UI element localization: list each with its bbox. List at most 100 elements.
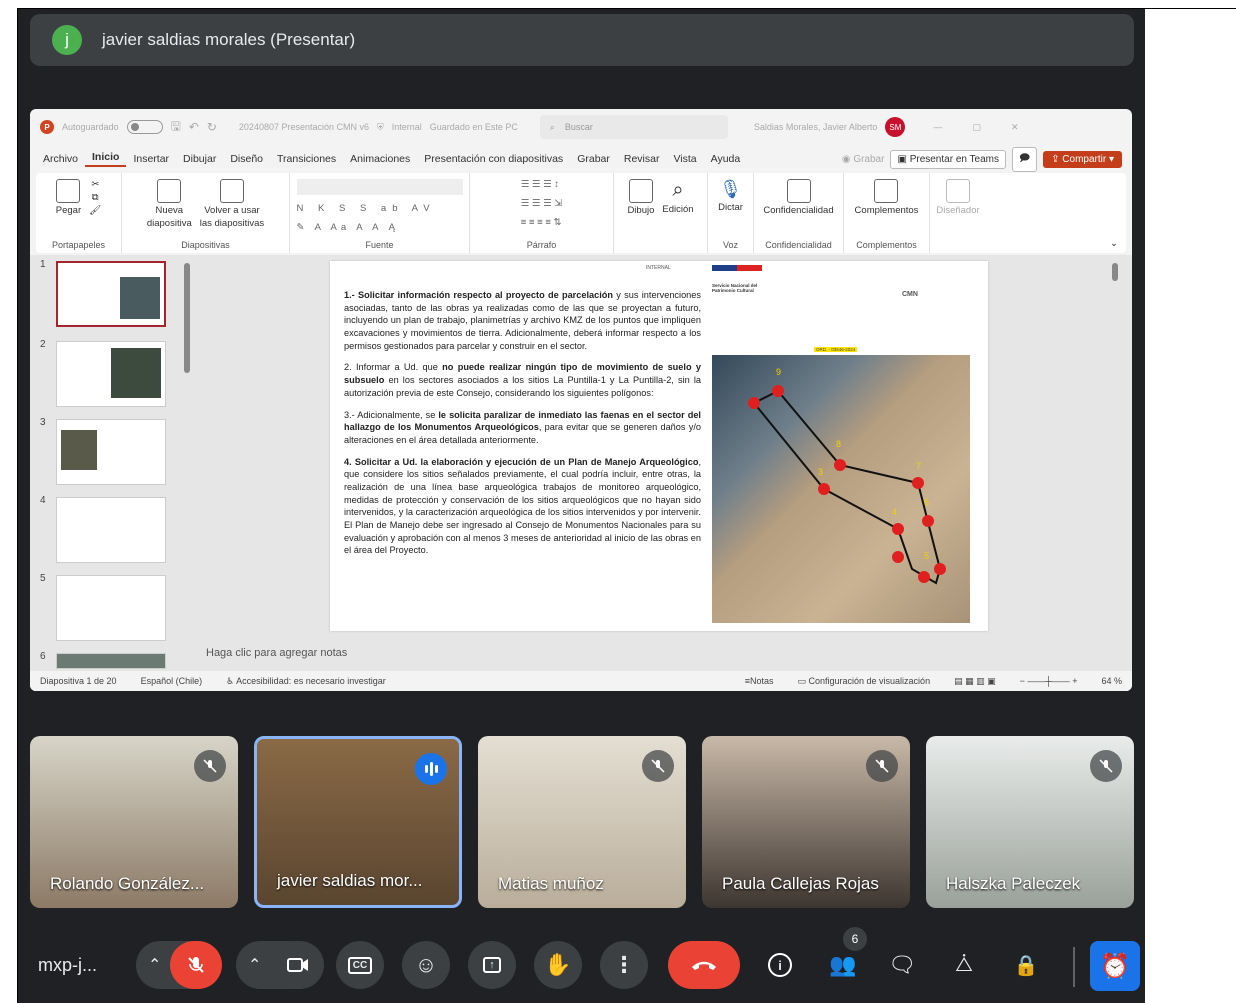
font-controls: N K S S ab AV ✎ A Aa A A Ą bbox=[296, 179, 463, 233]
collapse-ribbon-icon[interactable]: ⌄ bbox=[1110, 238, 1118, 249]
menu-transiciones[interactable]: Transiciones bbox=[270, 153, 343, 165]
captions-button[interactable]: CC bbox=[336, 941, 384, 989]
edit-button[interactable]: ⌕ Edición bbox=[662, 179, 693, 215]
menu-archivo[interactable]: Archivo bbox=[36, 153, 85, 165]
participant-tile[interactable]: Matias muñoz bbox=[478, 736, 686, 908]
minimize-icon[interactable]: — bbox=[933, 122, 942, 132]
people-button[interactable]: 👥 bbox=[823, 945, 863, 985]
menu-diseno[interactable]: Diseño bbox=[223, 153, 270, 165]
grabar-button[interactable]: ◉ Grabar bbox=[842, 154, 885, 165]
participant-name: Paula Callejas Rojas bbox=[722, 874, 879, 893]
slide-thumbnail[interactable] bbox=[56, 261, 166, 327]
meet-window: j javier saldias morales (Presentar) P A… bbox=[17, 8, 1145, 1003]
slide-thumbnail[interactable] bbox=[56, 419, 166, 485]
paste-button[interactable]: Pegar bbox=[56, 179, 81, 216]
redo-icon[interactable]: ↻ bbox=[207, 120, 217, 134]
powerpoint-logo-icon: P bbox=[40, 120, 54, 134]
notes-placeholder[interactable]: Haga clic para agregar notas bbox=[206, 647, 347, 659]
meeting-info-button[interactable]: i bbox=[760, 945, 800, 985]
comments-button[interactable]: 🗩 bbox=[1012, 146, 1038, 172]
slide-scrollbar[interactable] bbox=[1112, 263, 1118, 281]
zoom-level[interactable]: 64 % bbox=[1101, 676, 1122, 686]
activities-button[interactable]: ⧊ bbox=[944, 945, 984, 985]
menu-inicio[interactable]: Inicio bbox=[85, 151, 127, 167]
slide-thumbnail[interactable] bbox=[56, 575, 166, 641]
dictate-label: Dictar bbox=[718, 202, 743, 213]
slide-thumbnail[interactable] bbox=[56, 341, 166, 407]
cut-copy-buttons[interactable]: ✂ ⧉ 🖌 bbox=[89, 179, 101, 216]
view-buttons[interactable]: ▤ ▦ ▥ ▣ bbox=[954, 676, 996, 687]
addins-button[interactable]: Complementos bbox=[855, 179, 918, 216]
thumb-number: 2 bbox=[40, 339, 46, 350]
menu-vista[interactable]: Vista bbox=[666, 153, 703, 165]
participant-name: Rolando González... bbox=[50, 874, 205, 893]
user-name: Saldias Morales, Javier Alberto bbox=[753, 122, 878, 132]
present-teams-button[interactable]: ▣ Presentar en Teams bbox=[890, 149, 1006, 169]
participant-tile[interactable]: Paula Callejas Rojas bbox=[702, 736, 910, 908]
maximize-icon[interactable]: ▢ bbox=[972, 122, 981, 133]
save-icon[interactable]: 🖫 bbox=[171, 117, 181, 138]
font-color-buttons[interactable]: ✎ A Aa A A Ą bbox=[297, 222, 463, 233]
participant-tile[interactable]: javier saldias mor... bbox=[254, 736, 462, 908]
share-button[interactable]: ⇪ Compartir ▾ bbox=[1043, 150, 1122, 168]
autosave-toggle[interactable] bbox=[126, 120, 163, 134]
menu-revisar[interactable]: Revisar bbox=[617, 153, 667, 165]
reuse-label-1: Volver a usar bbox=[204, 205, 260, 216]
paragraph-controls[interactable]: ☰ ☰ ☰ ↕ ☰ ☰ ☰ ⇲ ≡ ≡ ≡ ≡ ⇅ bbox=[521, 179, 562, 228]
save-state[interactable]: Guardado en Este PC bbox=[430, 122, 518, 132]
meeting-code[interactable]: mxp-j... bbox=[38, 955, 97, 976]
language[interactable]: Español (Chile) bbox=[141, 676, 203, 686]
designer-button[interactable]: Diseñador bbox=[936, 179, 980, 216]
slide-thumbnail[interactable] bbox=[56, 497, 166, 563]
view-config-button[interactable]: ▭ Configuración de visualización bbox=[797, 676, 930, 687]
menu-animaciones[interactable]: Animaciones bbox=[343, 153, 417, 165]
slide-thumbnail[interactable] bbox=[56, 653, 166, 669]
participant-name: javier saldias mor... bbox=[277, 871, 423, 890]
reuse-slides-button[interactable]: Volver a usar las diapositivas bbox=[200, 179, 264, 229]
zoom-slider[interactable]: − ——┼—— + bbox=[1020, 676, 1078, 686]
current-slide[interactable]: INTERNAL Servicio Nacional del Patrimoni… bbox=[330, 261, 988, 631]
avatar[interactable]: SM bbox=[885, 117, 906, 137]
draw-button[interactable]: Dibujo bbox=[627, 179, 654, 216]
accessibility-status[interactable]: ♿ Accesibilidad: es necesario investigar bbox=[226, 676, 386, 687]
participant-tile[interactable]: Halszka Paleczek bbox=[926, 736, 1134, 908]
map-label: 6 bbox=[924, 497, 929, 507]
menu-dibujar[interactable]: Dibujar bbox=[176, 153, 223, 165]
chat-button[interactable]: 🗨 bbox=[882, 945, 922, 985]
list-icon[interactable]: ☰ ☰ ☰ ↕ bbox=[521, 179, 562, 190]
gov-header-bar bbox=[712, 265, 762, 271]
draw-label: Dibujo bbox=[627, 205, 655, 216]
dictate-button[interactable]: 🎙 Dictar bbox=[718, 179, 743, 213]
edit-label: Edición bbox=[662, 204, 694, 215]
host-controls-button[interactable]: 🔒 bbox=[1006, 945, 1046, 985]
sensitivity-button[interactable]: Confidencialidad bbox=[763, 179, 834, 216]
leave-call-button[interactable] bbox=[668, 941, 740, 989]
more-options-button[interactable]: ⋮ bbox=[600, 941, 648, 989]
menu-presentacion[interactable]: Presentación con diapositivas bbox=[417, 153, 570, 165]
camera-toggle-button[interactable] bbox=[272, 941, 324, 989]
ppt-search[interactable]: ⌕ Buscar bbox=[539, 115, 728, 139]
participant-tile[interactable]: Rolando González... bbox=[30, 736, 238, 908]
chat-icon: 🗨 bbox=[888, 952, 916, 977]
group-label-confidencialidad: Confidencialidad bbox=[765, 240, 832, 250]
present-button[interactable]: ↑ bbox=[468, 941, 516, 989]
menu-grabar[interactable]: Grabar bbox=[570, 153, 617, 165]
mic-toggle-button[interactable] bbox=[170, 941, 222, 989]
menu-insertar[interactable]: Insertar bbox=[126, 153, 176, 165]
raise-hand-button[interactable]: ✋ bbox=[534, 941, 582, 989]
new-slide-button[interactable]: Nueva diapositiva bbox=[147, 179, 192, 229]
timer-button[interactable]: ⏰ bbox=[1090, 941, 1140, 991]
menu-ayuda[interactable]: Ayuda bbox=[704, 153, 748, 165]
indent-icon[interactable]: ☰ ☰ ☰ ⇲ bbox=[521, 198, 562, 209]
thumbnails-scrollbar[interactable] bbox=[184, 263, 190, 373]
close-icon[interactable]: ✕ bbox=[1011, 122, 1019, 133]
font-name-select[interactable] bbox=[296, 179, 463, 195]
align-icon[interactable]: ≡ ≡ ≡ ≡ ⇅ bbox=[521, 217, 562, 228]
font-format-buttons[interactable]: N K S S ab AV bbox=[297, 203, 463, 214]
reactions-button[interactable]: ☺ bbox=[402, 941, 450, 989]
thumb-number: 4 bbox=[40, 495, 46, 506]
notes-button[interactable]: ≡Notas bbox=[745, 676, 774, 686]
ppt-menubar: Archivo Inicio Insertar Dibujar Diseño T… bbox=[30, 145, 1132, 173]
undo-icon[interactable]: ↶ bbox=[189, 120, 199, 134]
new-slide-label-2: diapositiva bbox=[146, 218, 192, 229]
